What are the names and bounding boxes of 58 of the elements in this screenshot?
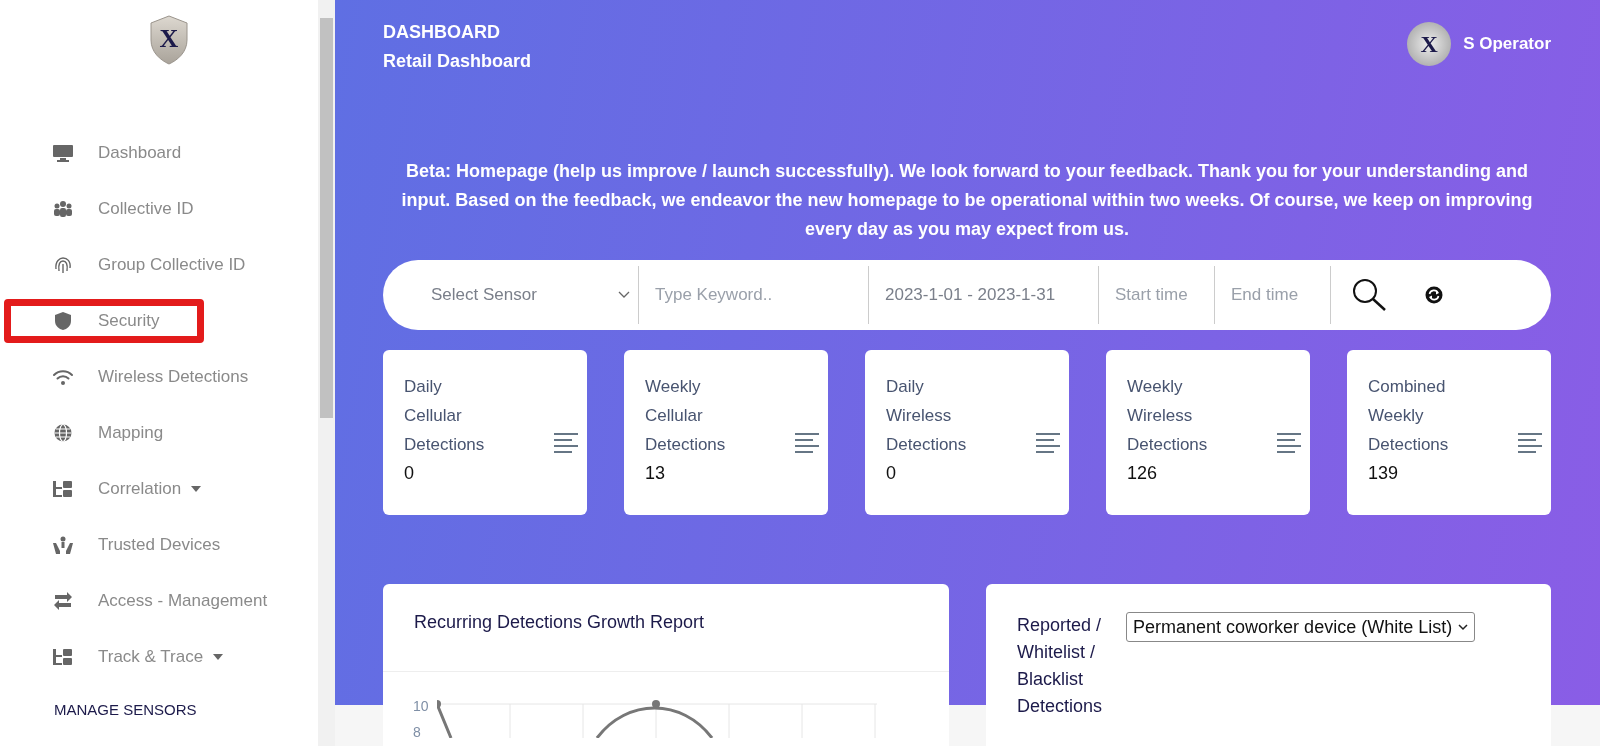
sidebar-item[interactable]: Security (0, 293, 318, 349)
lines-icon[interactable] (1276, 432, 1302, 454)
stat-label: Weekly Cellular Detections (645, 376, 726, 456)
page-subtitle: Retail Dashboard (383, 50, 532, 73)
people-icon (52, 199, 74, 219)
chevron-down-icon (618, 291, 630, 299)
search-icon[interactable] (1351, 277, 1387, 313)
sidebar-item[interactable]: Correlation (0, 461, 318, 517)
arrows-icon (52, 591, 74, 611)
wifi-icon (52, 367, 74, 387)
chevron-down-icon (1458, 623, 1469, 631)
list-type-select[interactable]: Permanent coworker device (White List) (1126, 612, 1476, 642)
refresh-icon[interactable] (1425, 286, 1443, 304)
sidebar-item[interactable]: Collective ID (0, 181, 318, 237)
sidebar-item[interactable]: Wireless Detections (0, 349, 318, 405)
stat-value: 0 (404, 463, 415, 484)
panel-title: Reported / Whitelist / Blacklist Detections (1017, 614, 1103, 718)
stat-label: Combined Weekly Detections (1368, 376, 1449, 456)
panel-title: Recurring Detections Growth Report (383, 584, 949, 672)
hands-icon (52, 535, 74, 555)
scrollbar[interactable] (318, 0, 335, 746)
stat-label: Weekly Wireless Detections (1127, 376, 1208, 456)
stat-label: Daily Cellular Detections (404, 376, 485, 456)
keyword-field[interactable]: Type Keyword.. (639, 266, 869, 324)
sidebar-item[interactable]: Group Collective ID (0, 237, 318, 293)
lines-icon[interactable] (794, 432, 820, 454)
stat-value: 126 (1127, 463, 1159, 484)
lines-icon[interactable] (553, 432, 579, 454)
sidebar-item[interactable]: Trusted Devices (0, 517, 318, 573)
page-title: DASHBOARD (383, 21, 501, 44)
sidebar-item[interactable]: Access - Management (0, 573, 318, 629)
lines-icon[interactable] (1517, 432, 1543, 454)
shield-logo: X (147, 14, 191, 66)
axis-label: 10 (413, 698, 429, 714)
sidebar-item[interactable]: Mapping (0, 405, 318, 461)
sidebar-item[interactable]: Dashboard (0, 125, 318, 181)
hierarchy-icon (52, 647, 74, 667)
user-name[interactable]: S Operator (1463, 34, 1551, 54)
stat-value: 139 (1368, 463, 1400, 484)
end-time-field[interactable]: End time (1215, 266, 1331, 324)
sidebar-item[interactable]: Track & Trace (0, 629, 318, 685)
scrollbar-thumb[interactable] (320, 18, 333, 418)
date-range-field[interactable]: 2023-1-01 - 2023-1-31 (869, 266, 1099, 324)
user-avatar[interactable]: X (1407, 22, 1452, 66)
shield-icon (52, 311, 74, 331)
sensor-select[interactable]: Select Sensor (407, 266, 639, 324)
section-heading: MANAGE SENSORS (54, 701, 198, 718)
start-time-field[interactable]: Start time (1099, 266, 1215, 324)
lines-icon[interactable] (1035, 432, 1061, 454)
stat-label: Daily Wireless Detections (886, 376, 967, 456)
stat-value: 13 (645, 463, 667, 484)
globe-icon (52, 423, 74, 443)
beta-notice: Beta: Homepage (help us improve / launch successfully). We look forward to your feedback. Thank you for your understanding and input. Based on the feedback, we endeavor the new homepage to be operational within two weeks. Of course, we keep on improving every day as you may expect from us. (400, 160, 1534, 241)
axis-label: 8 (413, 724, 422, 740)
monitor-icon (52, 143, 74, 163)
hierarchy-icon (52, 479, 74, 499)
fingerprint-icon (52, 255, 74, 275)
stat-value: 0 (886, 463, 897, 484)
